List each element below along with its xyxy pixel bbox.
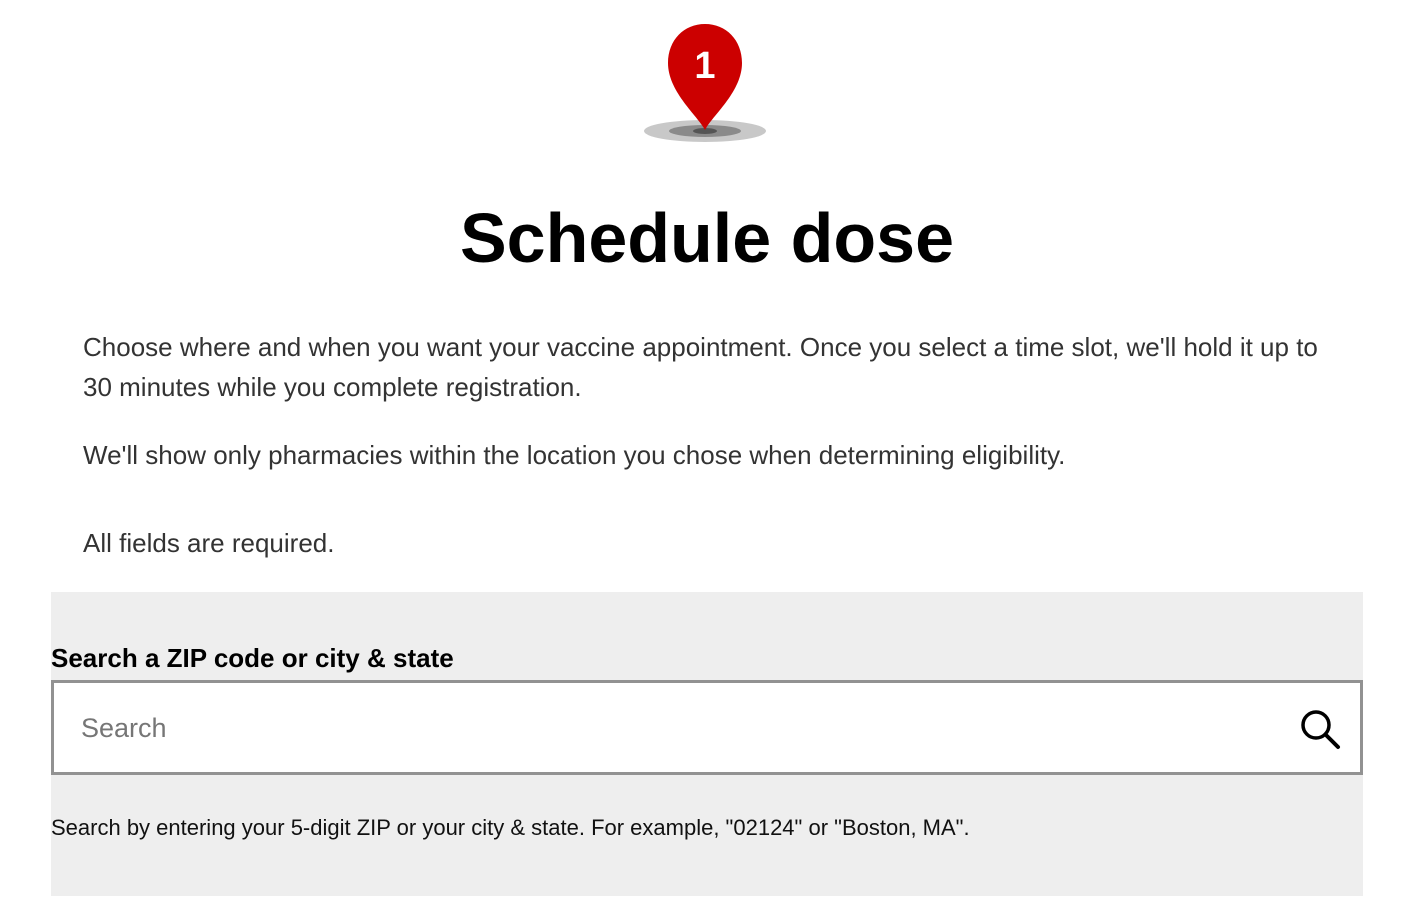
page-title: Schedule dose <box>459 199 955 277</box>
step-number: 1 <box>694 45 715 87</box>
search-label: Search a ZIP code or city & state <box>51 643 454 673</box>
schedule-page: 1 Schedule dose Choose where and when yo… <box>0 0 1424 910</box>
intro-paragraph-1: Choose where and when you want your vacc… <box>83 332 1318 402</box>
intro-paragraph-2: We'll show only pharmacies within the lo… <box>83 440 1066 470</box>
search-panel: Search a ZIP code or city & state Search… <box>51 592 1363 896</box>
search-helper-text: Search by entering your 5-digit ZIP or y… <box>51 815 970 840</box>
intro-text: Choose where and when you want your vacc… <box>83 327 1343 475</box>
search-input[interactable] <box>79 683 1263 774</box>
search-button[interactable] <box>1298 707 1342 751</box>
search-icon <box>1301 710 1340 749</box>
search-box <box>51 680 1363 775</box>
required-fields-note: All fields are required. <box>83 528 335 558</box>
location-pin-icon: 1 <box>640 18 770 148</box>
